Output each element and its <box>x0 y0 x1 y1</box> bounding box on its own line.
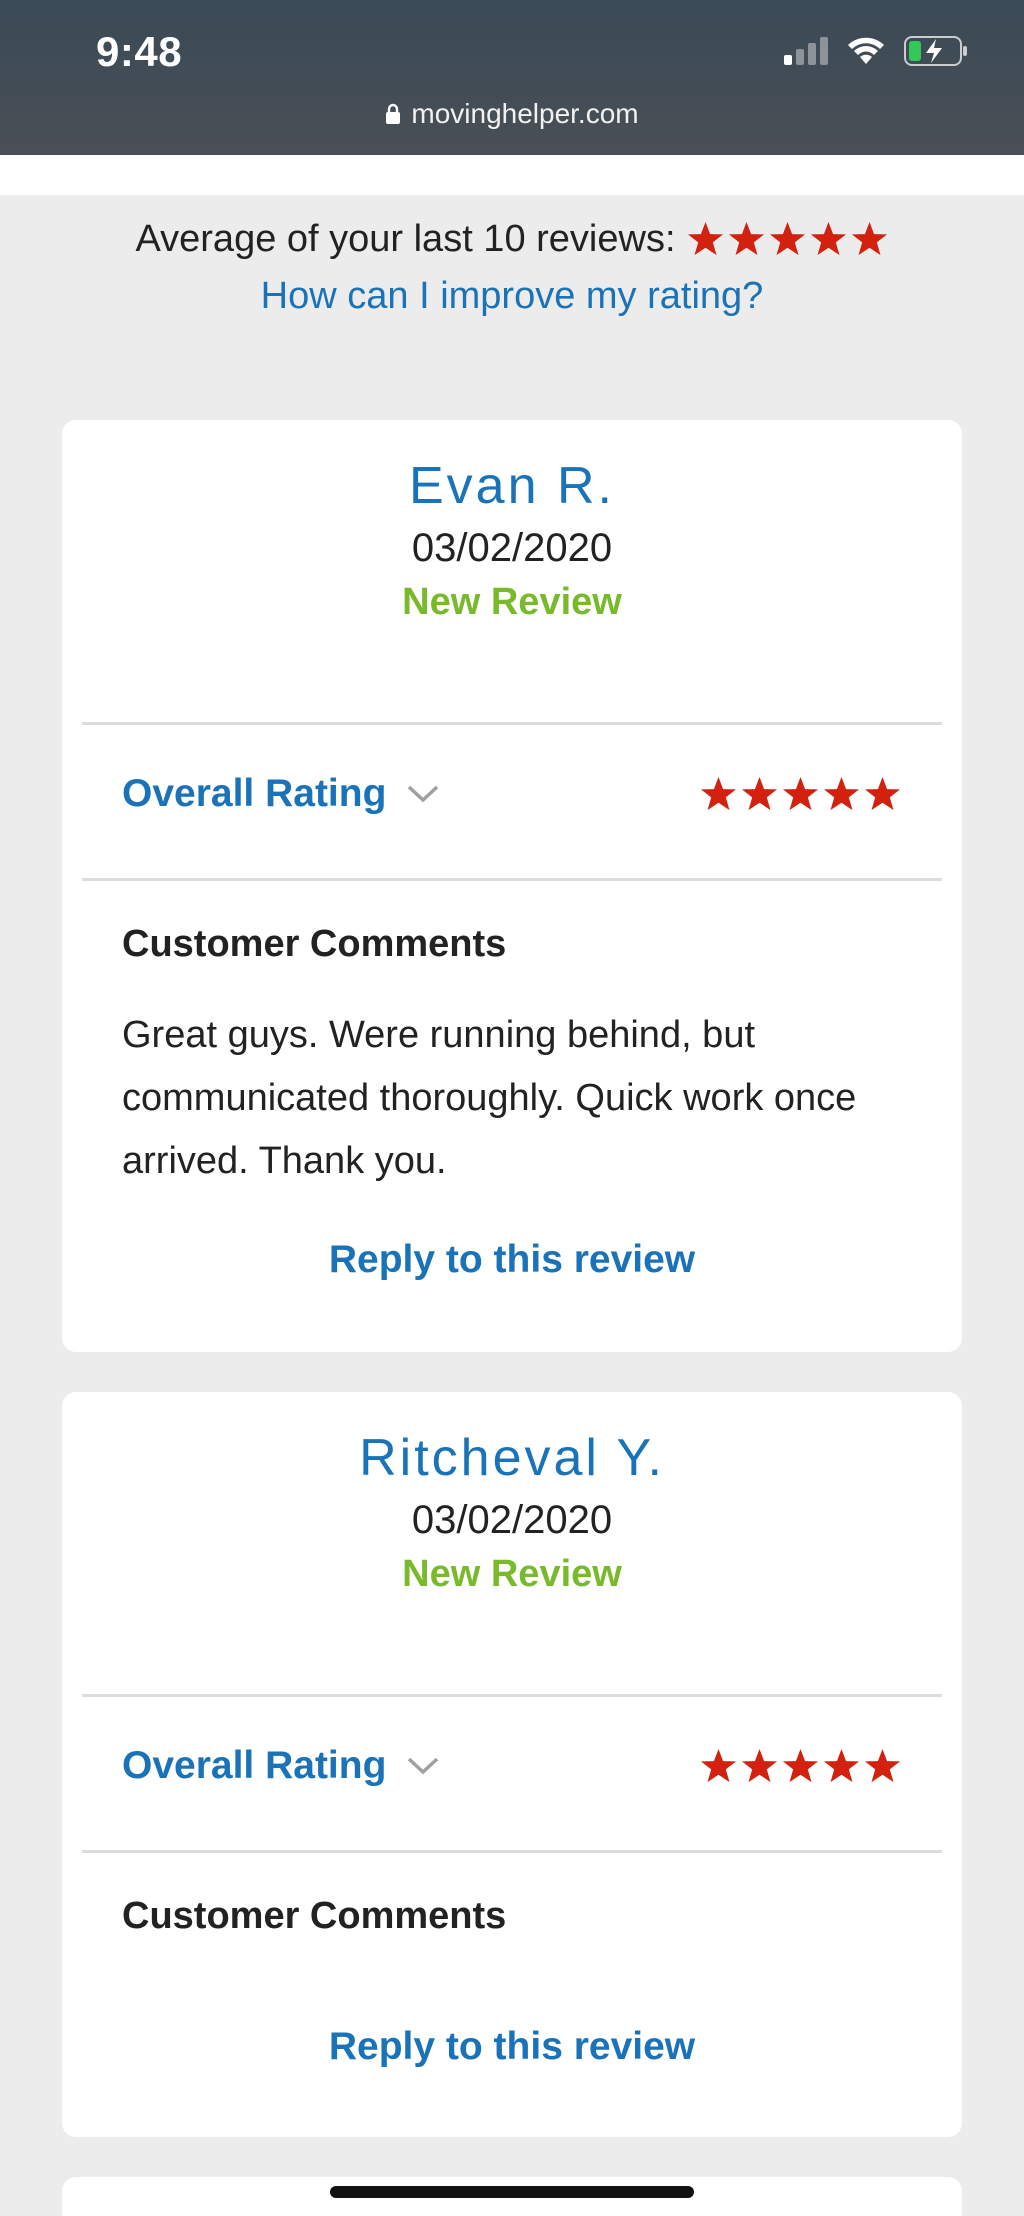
overall-rating-toggle[interactable]: Overall Rating <box>122 772 440 816</box>
battery-charging-icon <box>904 36 967 66</box>
review-stars <box>699 1747 902 1786</box>
overall-rating-label: Overall Rating <box>122 1744 387 1787</box>
star-icon <box>700 1748 737 1782</box>
home-indicator[interactable] <box>330 2186 694 2198</box>
star-icon <box>823 776 860 810</box>
review-status: New Review <box>402 1553 622 1595</box>
review-status: New Review <box>402 581 622 623</box>
url-bar[interactable]: movinghelper.com <box>0 98 1024 130</box>
reviewer-name: Evan R. <box>409 457 615 515</box>
reply-to-review-link[interactable]: Reply to this review <box>62 2025 962 2069</box>
status-icons <box>784 36 968 66</box>
star-icon <box>741 1748 778 1782</box>
overall-rating-toggle[interactable]: Overall Rating <box>122 1744 440 1788</box>
page-header-strip <box>0 155 1024 195</box>
average-stars <box>686 220 889 259</box>
chevron-down-icon <box>408 1757 439 1775</box>
improve-rating-link[interactable]: How can I improve my rating? <box>0 275 1024 318</box>
review-card: Ritcheval Y. 03/02/2020 New Review Overa… <box>62 1392 962 2137</box>
lock-icon <box>386 103 401 124</box>
customer-comments-title: Customer Comments <box>122 1895 507 1937</box>
chevron-down-icon <box>408 785 439 803</box>
wifi-icon <box>848 37 884 64</box>
rating-summary: Average of your last 10 reviews: How can… <box>0 218 1024 318</box>
cellular-signal-icon <box>784 37 828 65</box>
star-icon <box>782 776 819 810</box>
browser-top-bar: 9:48 movinghelper.com <box>0 0 1024 155</box>
status-time: 9:48 <box>96 28 183 75</box>
star-icon <box>700 776 737 810</box>
star-icon <box>728 221 764 256</box>
overall-rating-row[interactable]: Overall Rating <box>122 772 902 816</box>
review-date: 03/02/2020 <box>411 1498 613 1542</box>
star-icon <box>810 221 846 256</box>
url-text: movinghelper.com <box>411 98 639 129</box>
divider <box>82 1694 942 1697</box>
overall-rating-row[interactable]: Overall Rating <box>122 1744 902 1788</box>
average-rating-line: Average of your last 10 reviews: <box>0 218 1024 261</box>
review-stars <box>699 775 902 814</box>
reviewer-name: Ritcheval Y. <box>359 1429 665 1487</box>
star-icon <box>823 1748 860 1782</box>
star-icon <box>769 221 805 256</box>
star-icon <box>864 1748 901 1782</box>
divider <box>82 878 942 881</box>
star-icon <box>782 1748 819 1782</box>
customer-comment-text: Great guys. Were running behind, but com… <box>122 1014 857 1182</box>
average-rating-text: Average of your last 10 reviews: <box>135 218 676 260</box>
star-icon <box>864 776 901 810</box>
star-icon <box>851 221 887 256</box>
star-icon <box>741 776 778 810</box>
review-date: 03/02/2020 <box>411 526 613 570</box>
customer-comments-title: Customer Comments <box>122 923 507 965</box>
review-card: Evan R. 03/02/2020 New Review Overall Ra… <box>62 420 962 1352</box>
divider <box>82 722 942 725</box>
reply-to-review-link[interactable]: Reply to this review <box>62 1238 962 1282</box>
star-icon <box>687 221 723 256</box>
divider <box>82 1850 942 1853</box>
overall-rating-label: Overall Rating <box>122 772 387 815</box>
